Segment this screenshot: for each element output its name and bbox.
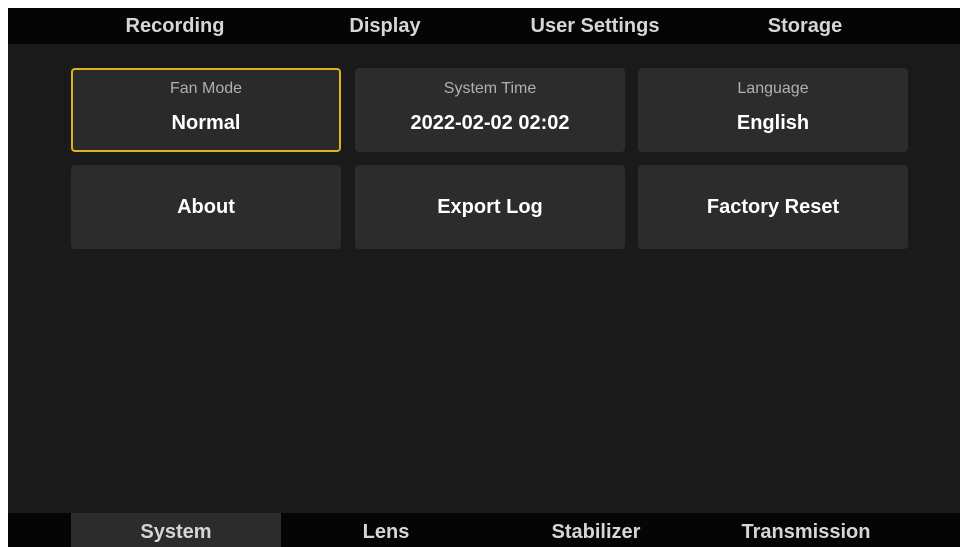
export-log-label: Export Log <box>437 196 543 218</box>
factory-reset-label: Factory Reset <box>706 196 840 218</box>
tab-display[interactable]: Display <box>280 8 490 44</box>
tab-lens[interactable]: Lens <box>281 513 491 547</box>
tab-stabilizer[interactable]: Stabilizer <box>491 513 701 547</box>
fan-mode-tile[interactable]: Fan Mode Normal <box>71 68 341 152</box>
factory-reset-button[interactable]: Factory Reset <box>638 165 908 249</box>
about-button[interactable]: About <box>71 165 341 249</box>
language-value: English <box>736 112 810 134</box>
system-time-tile[interactable]: System Time 2022-02-02 02:02 <box>355 68 625 152</box>
fan-mode-value: Normal <box>171 112 241 134</box>
system-time-value: 2022-02-02 02:02 <box>410 112 570 134</box>
tab-transmission[interactable]: Transmission <box>701 513 911 547</box>
language-tile[interactable]: Language English <box>638 68 908 152</box>
tab-recording[interactable]: Recording <box>70 8 280 44</box>
export-log-button[interactable]: Export Log <box>355 165 625 249</box>
fan-mode-caption: Fan Mode <box>169 80 243 97</box>
camera-settings-screen: Recording Display User Settings Storage … <box>8 8 960 547</box>
system-time-caption: System Time <box>443 80 537 97</box>
top-menu-bar: Recording Display User Settings Storage <box>8 8 960 44</box>
tab-storage[interactable]: Storage <box>700 8 910 44</box>
tab-user-settings[interactable]: User Settings <box>490 8 700 44</box>
language-caption: Language <box>737 80 809 97</box>
bottom-menu-bar: System Lens Stabilizer Transmission <box>8 513 960 547</box>
about-label: About <box>177 196 235 218</box>
tab-system[interactable]: System <box>71 513 281 547</box>
